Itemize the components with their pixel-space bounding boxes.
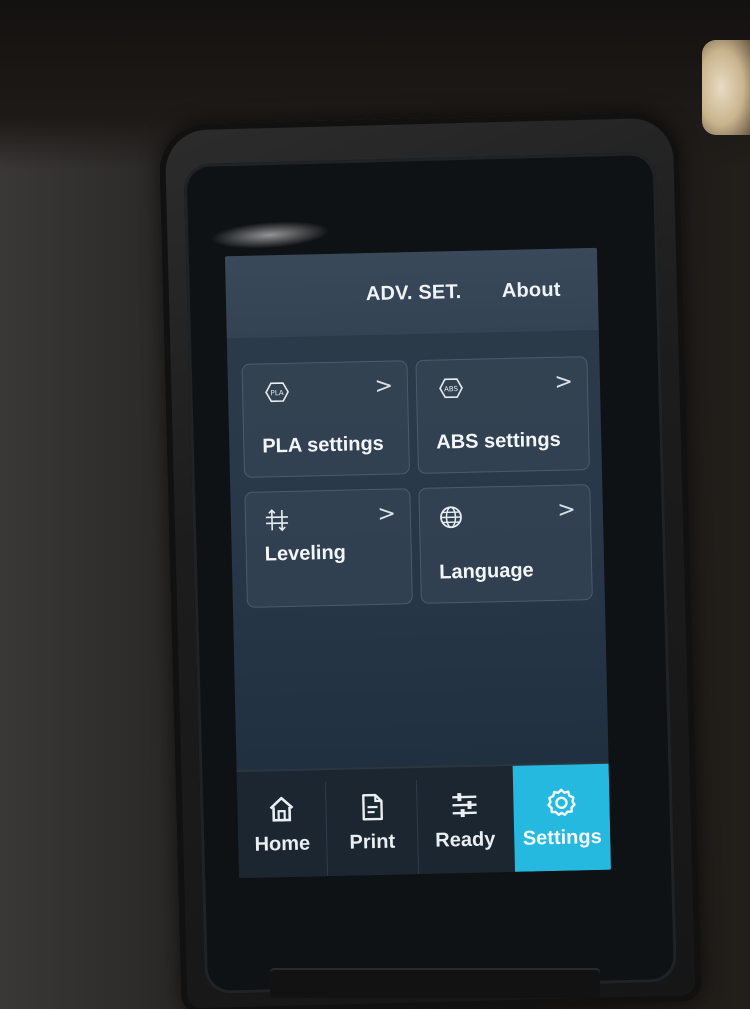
photo-scene: ADV. SET. About PLA > PLA settings ABS >… (0, 0, 750, 1009)
tile-label: Leveling (264, 541, 347, 566)
svg-text:ABS: ABS (444, 385, 459, 393)
chevron-right-icon: > (554, 369, 574, 395)
chevron-right-icon: > (374, 373, 394, 399)
filament-spool (702, 40, 750, 135)
pla-settings-tile[interactable]: PLA > PLA settings (241, 360, 410, 478)
svg-text:PLA: PLA (270, 389, 283, 397)
device-bottom-grip (270, 968, 600, 998)
gear-icon (547, 788, 576, 816)
nav-home[interactable]: Home (237, 770, 327, 878)
nav-label: Settings (522, 825, 602, 850)
sliders-icon (452, 792, 477, 817)
home-icon (269, 796, 294, 822)
nav-ready[interactable]: Ready (417, 766, 513, 874)
nav-label: Print (349, 830, 396, 854)
nav-settings[interactable]: Settings (512, 763, 612, 872)
abs-settings-tile[interactable]: ABS > ABS settings (415, 356, 590, 474)
chevron-right-icon: > (557, 497, 577, 523)
nav-label: Home (254, 832, 311, 856)
file-icon (362, 793, 383, 820)
tab-adv-set[interactable]: ADV. SET. (366, 281, 462, 306)
nav-print[interactable]: Print (326, 768, 418, 876)
leveling-arrows-icon (264, 508, 294, 532)
tile-label: Language (438, 559, 534, 584)
top-tab-bar: ADV. SET. About (224, 247, 599, 339)
tile-label: ABS settings (436, 428, 561, 454)
nav-label: Ready (435, 827, 496, 852)
leveling-tile[interactable]: > Leveling (244, 488, 413, 608)
bottom-nav-bar: Home Print Ready Settings (236, 761, 612, 879)
pla-badge-icon: PLA (261, 380, 291, 403)
language-tile[interactable]: > Language (418, 484, 593, 604)
tile-label: PLA settings (262, 432, 385, 458)
globe-icon (438, 504, 468, 529)
chevron-right-icon: > (377, 501, 397, 527)
tab-about[interactable]: About (502, 279, 561, 303)
touch-screen: ADV. SET. About PLA > PLA settings ABS >… (224, 247, 612, 879)
abs-badge-icon: ABS (435, 376, 465, 399)
